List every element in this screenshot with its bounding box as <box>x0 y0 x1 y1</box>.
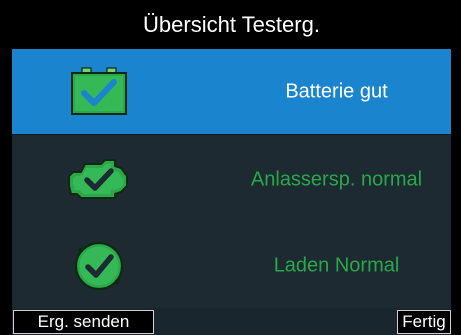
result-label-starter: Anlassersp. normal <box>250 168 423 190</box>
starter-motor-check-icon <box>67 152 131 208</box>
screen-frame-left <box>0 0 12 335</box>
done-button[interactable]: Fertig <box>397 310 451 334</box>
test-results-screen: Übersicht Testerg. Batterie gut Anlasser… <box>0 0 461 335</box>
result-label-battery: Batterie gut <box>285 80 388 103</box>
screen-frame-right <box>451 0 461 335</box>
alternator-check-icon <box>67 238 131 294</box>
result-row-charging[interactable]: Laden Normal <box>12 224 451 308</box>
page-title: Übersicht Testerg. <box>143 11 320 37</box>
result-row-starter[interactable]: Anlassersp. normal <box>12 135 451 224</box>
battery-check-icon <box>67 64 131 120</box>
result-label-charging: Laden Normal <box>273 254 400 277</box>
result-row-battery[interactable]: Batterie gut <box>12 49 451 135</box>
send-results-button[interactable]: Erg. senden <box>13 310 154 334</box>
title-bar: Übersicht Testerg. <box>12 0 451 49</box>
